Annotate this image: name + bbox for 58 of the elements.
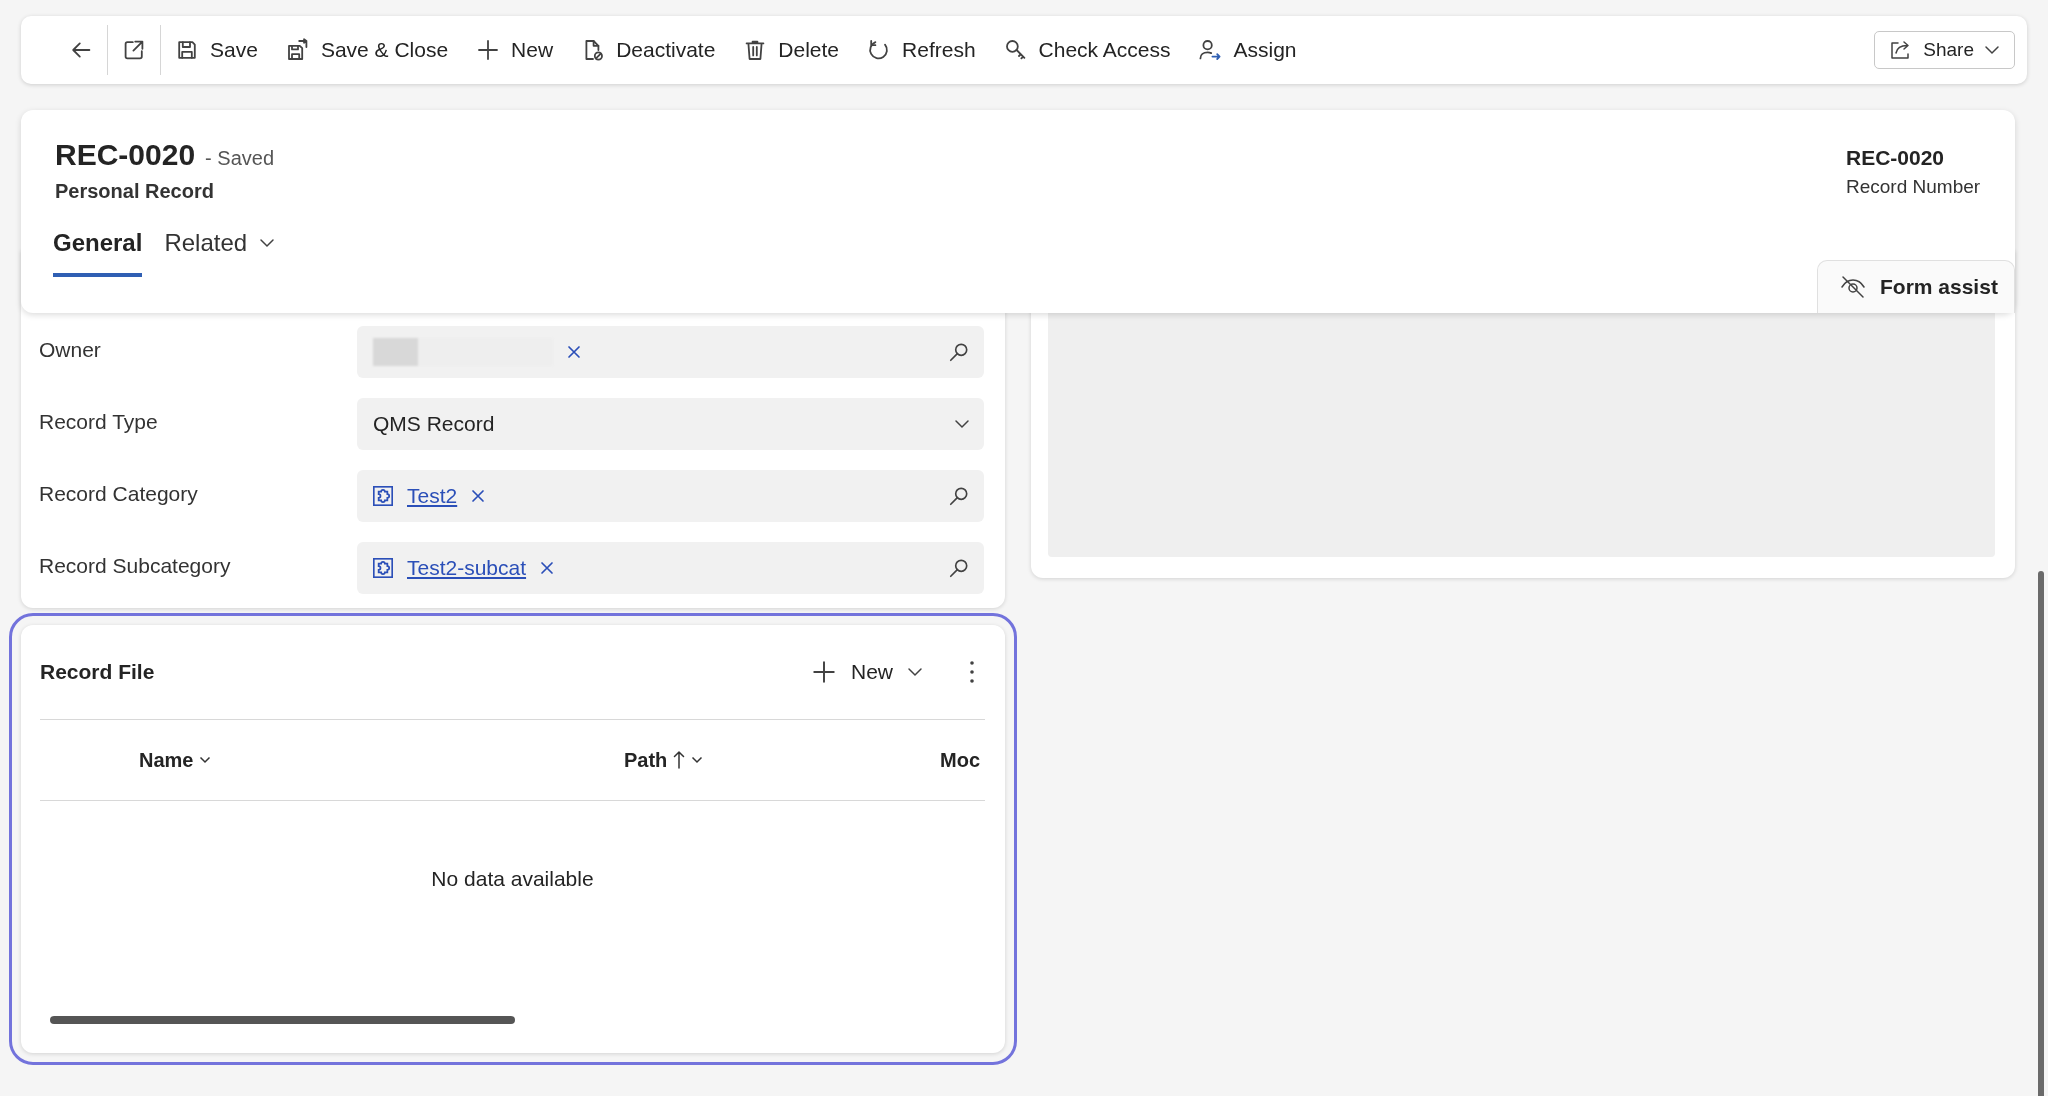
remove-icon[interactable] [567, 345, 581, 359]
column-header[interactable]: Name [139, 748, 624, 772]
lookup-field[interactable]: Test2 [357, 470, 984, 522]
share-button[interactable]: Share [1874, 31, 2015, 69]
chevron-down-icon [954, 419, 970, 429]
key-field-value: REC-0020 [1846, 146, 1946, 170]
save-close-icon [285, 38, 310, 62]
puzzle-icon [373, 558, 393, 578]
eye-off-icon [1840, 275, 1866, 299]
person-arrow-button[interactable]: Assign [1184, 26, 1311, 74]
field-label: Owner [39, 338, 101, 362]
lookup-link[interactable]: Test2 [407, 484, 458, 508]
chevron-down-icon [1984, 45, 2000, 55]
more-options-icon [969, 660, 975, 684]
chevron-down-icon [691, 756, 704, 764]
chevron-down-icon [199, 756, 212, 764]
empty-message: No data available [431, 867, 594, 891]
field-label: Record Subcategory [39, 554, 231, 578]
key-search-button[interactable]: Check Access [989, 26, 1185, 74]
chevron-down-icon [907, 667, 923, 677]
document-block-button[interactable]: Deactivate [567, 26, 730, 74]
scrollbar-thumb[interactable] [50, 1016, 515, 1024]
save-close-button[interactable]: Save & Close [271, 26, 463, 74]
column-header[interactable]: Moc [940, 748, 980, 772]
column-header[interactable]: Path [624, 748, 940, 772]
search-icon[interactable] [948, 485, 970, 507]
plus-button[interactable]: New [462, 26, 568, 74]
scrollbar-thumb[interactable] [2038, 571, 2044, 1096]
remove-icon[interactable] [540, 561, 555, 575]
tab[interactable]: Related [164, 225, 276, 277]
field-label: Record Category [39, 482, 198, 506]
subgrid-title: Record File [40, 660, 155, 684]
lookup-link[interactable]: Test2-subcat [407, 556, 527, 580]
lookup-field[interactable]: Test2-subcat [357, 542, 984, 594]
key-field-label: Record Number [1846, 176, 1981, 198]
lookup-field[interactable] [357, 326, 984, 378]
person-arrow-icon [1198, 38, 1223, 62]
new-button[interactable]: New [801, 659, 933, 685]
entity-name: Personal Record [55, 180, 214, 203]
plus-icon [476, 38, 501, 62]
remove-icon[interactable] [471, 489, 486, 503]
search-icon[interactable] [948, 557, 970, 579]
puzzle-icon [373, 486, 393, 506]
refresh-button[interactable]: Refresh [853, 26, 990, 74]
search-icon[interactable] [948, 341, 970, 363]
popout-icon [122, 38, 146, 62]
sort-ascending-icon [673, 750, 686, 770]
chevron-down-icon [259, 238, 276, 248]
trash-button[interactable]: Delete [729, 26, 854, 74]
save-status: - Saved [205, 147, 274, 170]
save-icon [175, 38, 199, 62]
tab[interactable]: General [53, 225, 143, 277]
record-title: REC-0020 [55, 138, 196, 172]
save-button[interactable]: Save [161, 26, 272, 74]
dropdown-field[interactable]: QMS Record [357, 398, 984, 450]
form-assist-button[interactable]: Form assist [1817, 260, 2015, 313]
plus-icon [811, 659, 837, 685]
field-label: Record Type [39, 410, 158, 434]
